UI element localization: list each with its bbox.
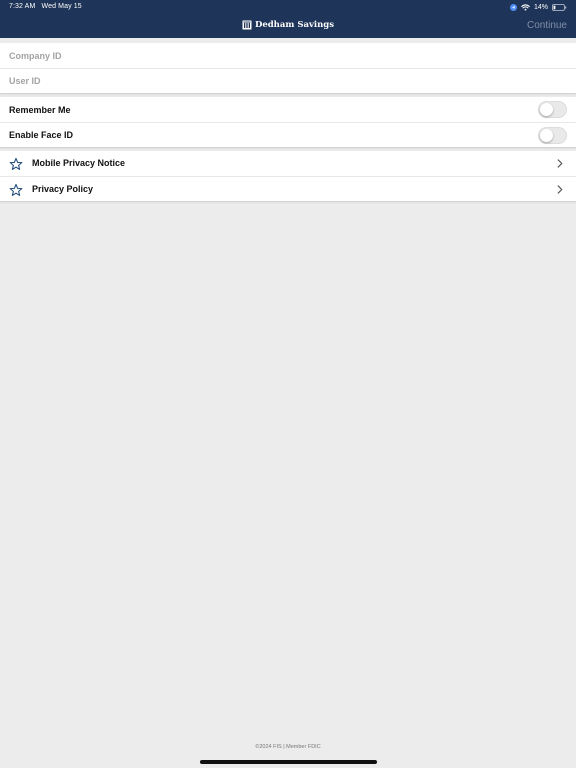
user-id-row [0,68,576,93]
face-id-label: Enable Face ID [9,130,74,140]
app-header: 7:32 AM Wed May 15 14% Dedham Savings Co… [0,0,576,38]
company-id-field[interactable] [9,45,549,66]
star-icon [9,157,23,170]
chevron-right-icon [557,159,563,168]
footer-text: ©2024 FIS | Member FDIC [255,744,321,750]
company-id-row [0,43,576,68]
toggle-knob [540,129,553,142]
face-id-row: Enable Face ID [0,122,576,147]
remember-me-label: Remember Me [9,104,71,115]
face-id-toggle[interactable] [538,127,567,144]
toggle-knob [540,103,553,116]
brand-logo: Dedham Savings [0,20,576,30]
home-indicator[interactable] [200,760,377,764]
status-clock: 7:32 AM [9,3,36,10]
status-time: 7:32 AM Wed May 15 [9,3,82,10]
link-mobile-privacy-notice[interactable]: Mobile Privacy Notice [0,151,576,176]
link-label: Privacy Policy [32,184,94,194]
links-group: Mobile Privacy Notice Privacy Policy [0,151,576,202]
remember-me-row: Remember Me [0,97,576,122]
wifi-icon [521,3,530,10]
user-id-field[interactable] [9,71,549,91]
brand-name: Dedham Savings [254,20,335,30]
status-indicators: 14% [509,2,567,12]
remember-me-toggle[interactable] [538,101,567,118]
bank-building-icon [242,20,252,30]
login-fields-group [0,43,576,94]
continue-button[interactable]: Continue [527,20,567,31]
link-privacy-policy[interactable]: Privacy Policy [0,176,576,201]
chevron-right-icon [557,185,563,194]
star-icon [9,183,23,196]
location-icon [509,3,517,11]
link-label: Mobile Privacy Notice [32,158,126,168]
status-date: Wed May 15 [41,3,82,10]
battery-percent: 14% [533,3,548,11]
settings-group: Remember Me Enable Face ID [0,97,576,148]
battery-icon [552,3,567,11]
